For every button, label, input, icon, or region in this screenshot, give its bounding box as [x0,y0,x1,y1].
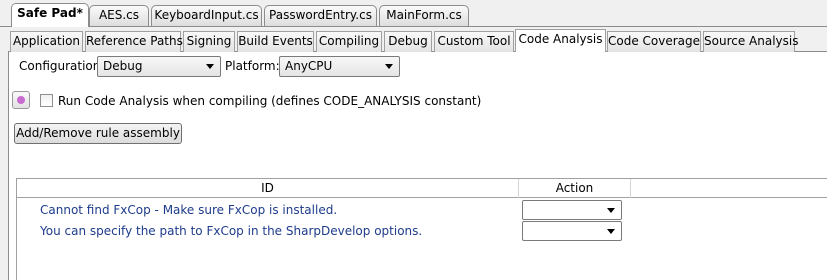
rule-action-combo[interactable] [522,200,622,220]
chevron-down-icon [607,229,615,234]
run-code-analysis-label: Run Code Analysis when compiling (define… [58,94,482,108]
chevron-down-icon [607,208,615,213]
doc-tab-main-form[interactable]: MainForm.cs [379,5,469,27]
rule-id-cell: Cannot find FxCop - Make sure FxCop is i… [40,203,338,217]
tab-debug[interactable]: Debug [384,31,432,52]
doc-tab-safe-pad[interactable]: Safe Pad* [11,3,89,27]
rule-id-cell: You can specify the path to FxCop in the… [40,224,423,238]
doc-tab-aes[interactable]: AES.cs [89,5,149,27]
table-row[interactable]: You can specify the path to FxCop in the… [17,221,827,242]
column-header-action[interactable]: Action [519,179,630,198]
doc-tab-password-entry[interactable]: PasswordEntry.cs [264,5,377,27]
tab-reference-paths[interactable]: Reference Paths [85,31,183,52]
platform-label: Platform: [225,59,280,73]
tab-code-coverage[interactable]: Code Coverage [607,31,701,52]
rule-action-combo[interactable] [522,221,622,241]
add-remove-rule-assembly-button[interactable]: Add/Remove rule assembly [14,123,182,144]
platform-value: AnyCPU [285,59,333,73]
tab-build-events[interactable]: Build Events [237,31,314,52]
pink-dot-icon [17,96,25,104]
document-tab-strip: Safe Pad* AES.cs KeyboardInput.cs Passwo… [0,0,827,27]
property-tab-strip: Application Reference Paths Signing Buil… [0,27,827,52]
chevron-down-icon [206,64,214,69]
configuration-value: Debug [103,59,143,73]
platform-combo[interactable]: AnyCPU [279,56,400,77]
rules-grid: ID Action Cannot find FxCop - Make sure … [16,178,827,280]
project-options-page: Application Reference Paths Signing Buil… [0,27,827,280]
tab-source-analysis[interactable]: Source Analysis [703,31,798,52]
tab-custom-tool[interactable]: Custom Tool [434,31,514,52]
doc-tab-keyboard-input[interactable]: KeyboardInput.cs [151,5,262,27]
tab-code-analysis[interactable]: Code Analysis [515,29,606,52]
column-separator [630,179,631,198]
options-icon-button[interactable] [12,91,30,109]
configuration-combo[interactable]: Debug [97,56,221,77]
tab-signing[interactable]: Signing [183,31,235,52]
code-analysis-panel: Configuration: Debug Platform: AnyCPU Ru… [8,52,827,280]
tab-compiling[interactable]: Compiling [316,31,382,52]
configuration-label: Configuration: [19,59,105,73]
grid-header: ID Action [17,179,827,198]
chevron-down-icon [385,64,393,69]
tab-application[interactable]: Application [10,31,83,52]
run-code-analysis-checkbox[interactable] [40,94,53,107]
column-header-id[interactable]: ID [17,179,518,198]
table-row[interactable]: Cannot find FxCop - Make sure FxCop is i… [17,200,827,221]
